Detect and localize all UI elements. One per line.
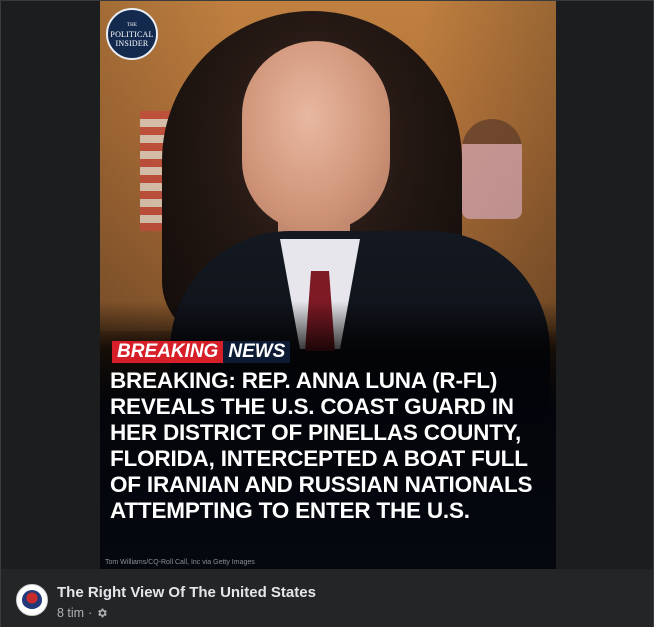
meta-separator: · <box>88 606 93 620</box>
page-name-link[interactable]: The Right View Of The United States <box>57 584 316 601</box>
subject-face <box>242 41 390 231</box>
post-time-link[interactable]: 8 tim <box>57 606 84 620</box>
logo-prefix: THE <box>126 22 138 28</box>
post-image[interactable]: THE POLITICAL INSIDER BREAKING NEWS BREA… <box>100 1 556 569</box>
tag-breaking: BREAKING <box>112 341 224 363</box>
headline: BREAKING: REP. ANNA LUNA (R-FL) REVEALS … <box>110 368 533 523</box>
avatar[interactable] <box>16 584 48 616</box>
author-bar: The Right View Of The United States 8 ti… <box>1 569 653 627</box>
political-insider-logo: THE POLITICAL INSIDER <box>106 8 158 60</box>
avatar-emblem <box>22 590 42 610</box>
logo-text-line1: POLITICAL <box>110 29 154 39</box>
post-meta: 8 tim · <box>57 606 108 620</box>
tag-news: NEWS <box>223 341 291 363</box>
photo-credit: Tom Williams/CQ-Roll Call, Inc via Getty… <box>105 559 255 566</box>
breaking-news-tag: BREAKING NEWS <box>112 341 291 363</box>
gear-icon[interactable] <box>96 607 108 619</box>
post-frame: THE POLITICAL INSIDER BREAKING NEWS BREA… <box>0 0 654 627</box>
post-image-area[interactable]: THE POLITICAL INSIDER BREAKING NEWS BREA… <box>1 1 653 569</box>
logo-text-line2: INSIDER <box>115 38 149 48</box>
background-person <box>462 119 522 219</box>
